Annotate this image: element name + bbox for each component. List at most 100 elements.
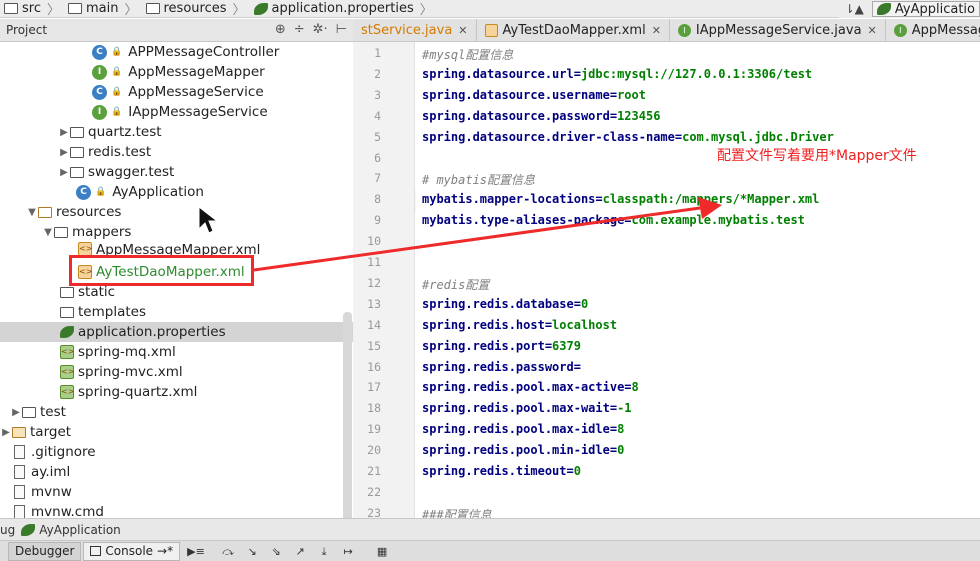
tree-item-redis-test[interactable]: ▶ redis.test [0,142,353,162]
breadcrumb: src 〉 main 〉 resources 〉 application.proper… [0,0,980,18]
tab-appmessagemapper[interactable]: IAppMessageMap [886,19,980,41]
expand-arrow-icon[interactable]: ▶ [58,127,70,138]
tree-item-spring-quartz-xml[interactable]: <> spring-quartz.xml [0,382,353,402]
line-number: 19 [367,422,381,437]
breadcrumb-src[interactable]: src 〉 [4,0,60,17]
code-line: mybatis.type-aliases-package=com.example… [422,213,805,227]
tree-item-appmessagecontroller[interactable]: C 🔒 APPMessageController [0,42,353,62]
force-step-into-icon[interactable]: ⇘ [269,545,283,558]
console-icon [90,546,102,556]
mouse-cursor-icon [198,205,217,234]
package-icon [70,126,84,138]
tree-item-test[interactable]: ▶ test [0,402,353,422]
show-execution-point-icon[interactable]: ▶≡ [187,545,205,558]
spring-leaf-icon [21,523,36,536]
xml-icon: <> [78,242,92,256]
line-number: 7 [374,171,381,186]
step-into-icon[interactable]: ↘ [245,545,259,558]
property-key: spring.datasource.password= [422,108,618,123]
property-value: classpath:/mappers/*Mapper.xml [602,192,820,207]
expand-arrow-icon[interactable]: ▶ [58,167,70,178]
tree-item-target[interactable]: ▶ target [0,422,353,442]
expand-arrow-icon[interactable]: ▶ [0,427,12,438]
spring-leaf-icon [876,3,891,15]
interface-icon: I [893,24,907,37]
folder-icon [12,426,26,438]
expand-arrow-icon[interactable]: ▶ [58,147,70,158]
tab-aytestdaomapper-xml[interactable]: AyTestDaoMapper.xml ✕ [477,19,670,41]
build-arrow-icon[interactable]: ⇂▲ [845,2,864,16]
close-icon[interactable]: ✕ [458,24,467,37]
spring-leaf-icon [253,2,268,15]
xml-icon [484,24,498,37]
line-number: 8 [374,192,381,207]
run-to-cursor-icon[interactable]: ↦ [341,545,355,558]
collapse-arrow-icon[interactable]: ▼ [26,207,38,218]
collapse-arrow-icon[interactable]: ▼ [42,227,54,238]
run-config-selector[interactable]: AyApplicatio [871,1,980,17]
tab-iappmessageservice-java[interactable]: I IAppMessageService.java ✕ [670,19,886,41]
spring-leaf-icon [60,326,74,338]
expand-arrow-icon[interactable]: ▶ [10,407,22,418]
tree-item-ay-iml[interactable]: ay.iml [0,462,353,482]
package-icon [70,166,84,178]
tree-item-spring-mq-xml[interactable]: <> spring-mq.xml [0,342,353,362]
tree-item-mvnw-cmd[interactable]: mvnw.cmd [0,502,353,518]
tree-item-resources[interactable]: ▼ resources [0,202,353,222]
tree-item-spring-mvc-xml[interactable]: <> spring-mvc.xml [0,362,353,382]
highlight-box [69,255,254,286]
line-number: 9 [374,213,381,228]
tree-item-swagger-test[interactable]: ▶ swagger.test [0,162,353,182]
tree-item-mvnw[interactable]: mvnw [0,482,353,502]
interface-icon: I [92,64,107,80]
breadcrumb-application-properties[interactable]: application.properties 〉 [253,0,433,17]
line-number: 2 [374,66,381,81]
tree-item-ayapplication[interactable]: C 🔒 AyApplication [0,182,353,202]
tree-item-appmessageservice[interactable]: C 🔒 AppMessageService [0,82,353,102]
property-value: root [617,87,646,102]
drop-frame-icon[interactable]: ⤓ [317,545,331,558]
close-icon[interactable]: ✕ [652,24,661,37]
close-icon[interactable]: ✕ [868,24,877,37]
step-over-icon[interactable]: ⤼ [221,545,235,558]
breadcrumb-resources[interactable]: resources 〉 [145,0,246,17]
line-number: 14 [367,317,381,332]
spring-xml-icon: <> [60,365,74,379]
sync-icon[interactable]: ⊕ [275,22,286,37]
line-number: 16 [367,359,381,374]
code-line: spring.redis.pool.max-active=8 [422,380,639,394]
tab-debugger[interactable]: Debugger [8,541,82,561]
tree-item-gitignore[interactable]: .gitignore [0,442,353,462]
folder-icon [68,3,82,14]
tree-item-mappers[interactable]: ▼ mappers [0,222,353,242]
step-out-icon[interactable]: ↗ [293,545,307,558]
line-number: 20 [367,443,381,458]
resources-folder-icon [38,206,52,218]
gear-icon[interactable]: ✲· [313,22,328,37]
hide-icon[interactable]: ⊢ [336,22,347,37]
tab-stservice-java[interactable]: stService.java ✕ [353,19,477,41]
code-editor[interactable]: #mysql配置信息 spring.datasource.url=jdbc:mys… [416,42,980,522]
line-number: 22 [367,484,381,499]
tree-item-quartz-test[interactable]: ▶ quartz.test [0,122,353,142]
tab-console[interactable]: Console →* [83,541,181,561]
tree-item-templates[interactable]: templates [0,302,353,322]
line-number: 12 [367,275,381,290]
tree-item-iappmessageservice[interactable]: I 🔒 IAppMessageService [0,102,353,122]
tree-scrollbar[interactable] [343,312,352,518]
tree-item-appmessagemapper[interactable]: I 🔒 AppMessageMapper [0,62,353,82]
file-icon [14,505,25,518]
breadcrumb-main[interactable]: main 〉 [68,0,138,17]
lock-icon: 🔒 [95,187,107,197]
collapse-icon[interactable]: ÷ [294,22,305,37]
interface-icon: I [677,24,691,37]
tree-item-appmessagemapper-xml[interactable]: <> AppMessageMapper.xml [0,242,353,256]
debug-config-name[interactable]: AyApplication [39,523,121,537]
evaluate-icon[interactable]: ▦ [375,545,389,558]
property-value: com.mysql.jdbc.Driver [682,129,834,144]
property-key: spring.datasource.url= [422,66,581,81]
tree-item-application-properties[interactable]: application.properties [0,322,353,342]
project-panel-title[interactable]: Project [6,23,47,37]
property-key: spring.redis.pool.max-wait= [422,401,618,416]
spring-class-icon: C [76,184,91,200]
